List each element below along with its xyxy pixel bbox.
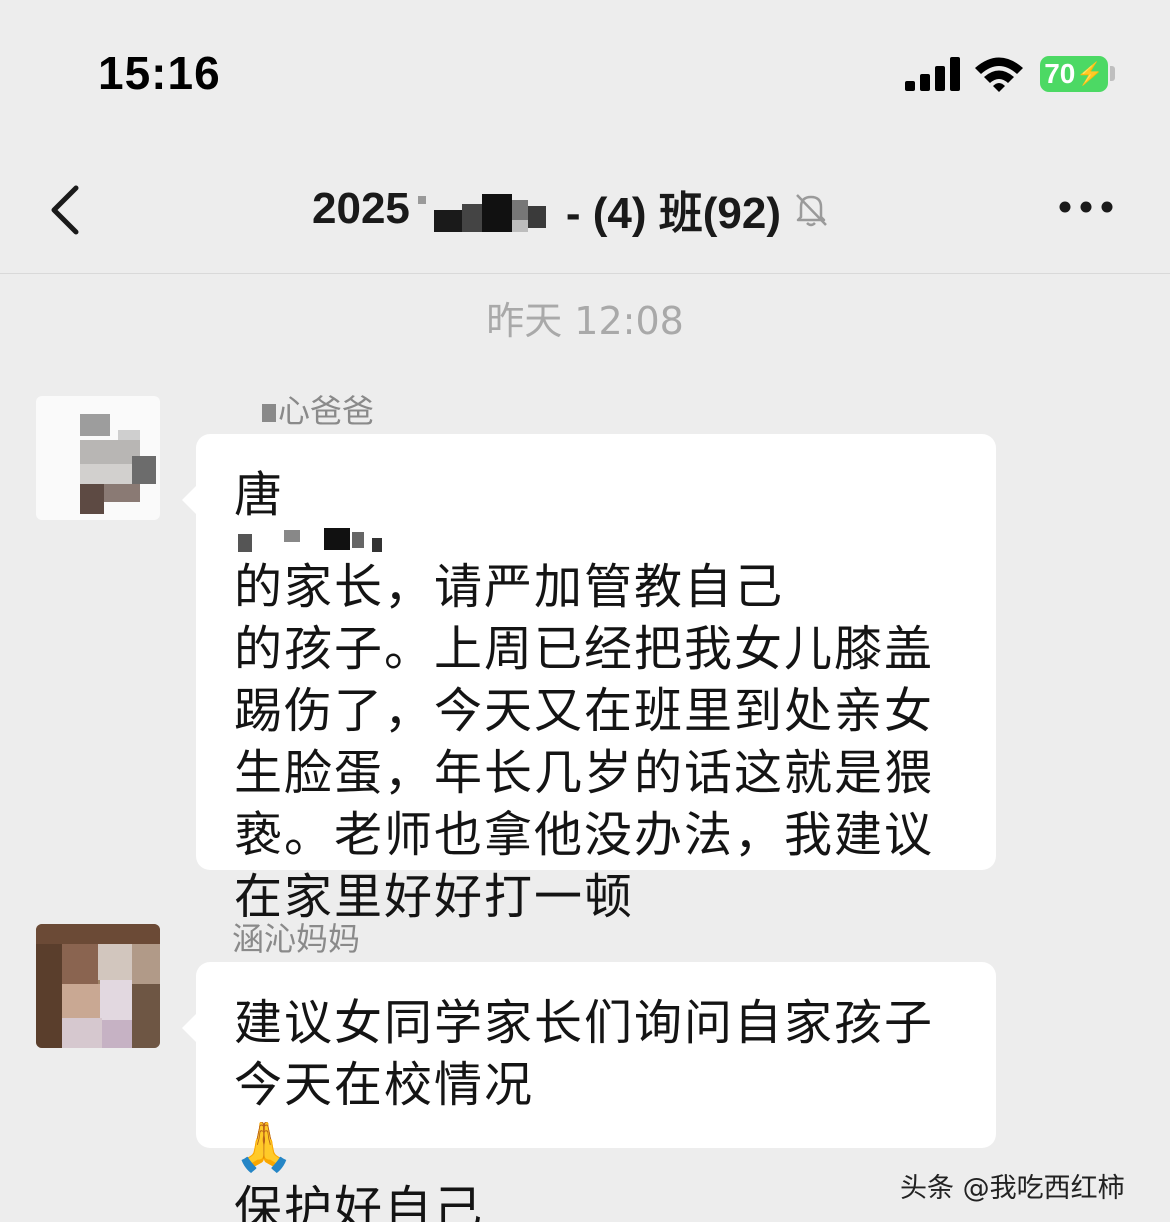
- folded-hands-emoji: 🙏: [234, 1119, 296, 1175]
- message-text: 的家长，请严加管教自己: [234, 559, 785, 615]
- battery-tip: [1110, 66, 1115, 81]
- avatar[interactable]: [36, 924, 160, 1048]
- group-title-prefix: 2025: [312, 184, 410, 233]
- chat-timestamp: 昨天 12:08: [486, 299, 684, 343]
- ellipsis-icon[interactable]: [1056, 190, 1116, 224]
- message-text: 今天在校情况: [234, 1057, 535, 1113]
- message-bubble[interactable]: 建议女同学家长们询问自家孩子 今天在校情况 🙏 保护好自己: [182, 962, 996, 1222]
- message-line: 生脸蛋，年长几岁的话这就是猥: [234, 745, 935, 801]
- battery-indicator: 70 ⚡: [1040, 56, 1108, 92]
- message-line: 唐的家长，请严加管教自己: [234, 464, 960, 618]
- group-title: 2025 - (4) 班(92): [312, 178, 831, 240]
- message-line: 建议女同学家长们询问自家孩子: [234, 995, 935, 1051]
- sender-name-text: 心爸爸: [278, 392, 375, 430]
- chevron-left-icon[interactable]: [40, 180, 100, 240]
- status-time: 15:16: [98, 47, 221, 99]
- charging-icon: ⚡: [1076, 61, 1104, 86]
- message-line: 踢伤了，今天又在班里到处亲女: [234, 683, 935, 739]
- battery-level: 70: [1044, 58, 1076, 89]
- message-text-start: 唐: [234, 467, 285, 523]
- message-line: 今天在校情况 🙏 保护好自己: [234, 1054, 960, 1222]
- cellular-signal-icon: [905, 57, 960, 91]
- redacted-mosaic: [417, 184, 558, 234]
- avatar[interactable]: [36, 396, 160, 520]
- message-bubble[interactable]: 唐的家长，请严加管教自己 的孩子。上周已经把我女儿膝盖 踢伤了，今天又在班里到处…: [182, 434, 996, 925]
- bell-slash-icon: [796, 194, 827, 227]
- wifi-icon: [975, 57, 1023, 92]
- group-title-suffix: - (4) 班(92): [565, 189, 782, 238]
- message-text: 保护好自己: [234, 1181, 485, 1222]
- sender-name: 涵沁妈妈: [232, 920, 361, 958]
- watermark: 头条 @我吃西红柿: [900, 1173, 1125, 1204]
- message-line: 亵。老师也拿他没办法，我建议: [234, 807, 935, 863]
- status-bar: 15:16 70 ⚡: [0, 0, 1170, 150]
- sender-name: 心爸爸: [262, 386, 374, 432]
- sender-name-redaction: [262, 404, 276, 422]
- redacted-mosaic: [234, 526, 384, 556]
- message-line: 的孩子。上周已经把我女儿膝盖: [234, 621, 935, 677]
- chat-header: 2025 - (4) 班(92): [0, 150, 1170, 274]
